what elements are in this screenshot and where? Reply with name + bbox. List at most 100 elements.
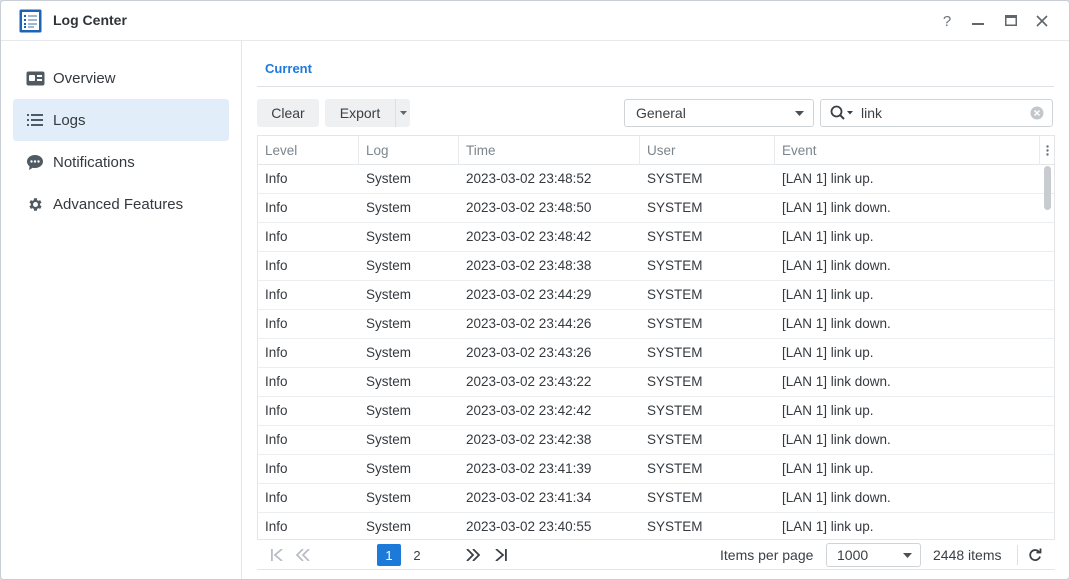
cell-time: 2023-03-02 23:44:29 <box>466 287 592 302</box>
caret-down-icon <box>795 110 804 116</box>
cell-time: 2023-03-02 23:43:26 <box>466 345 592 360</box>
cell-level: Info <box>265 229 288 244</box>
table-row[interactable]: Info System 2023-03-02 23:48:52 SYSTEM [LAN … <box>258 165 1054 194</box>
items-per-page-value: 1000 <box>837 547 869 563</box>
next-page-button[interactable] <box>463 544 483 566</box>
clear-button[interactable]: Clear <box>257 99 319 127</box>
column-header-time[interactable]: Time <box>459 136 640 165</box>
cell-log: System <box>366 316 412 331</box>
export-button[interactable]: Export <box>325 99 395 127</box>
sidebar-item-advanced-features[interactable]: Advanced Features <box>13 183 229 225</box>
log-type-select[interactable]: General <box>624 99 814 127</box>
page-2-button[interactable]: 2 <box>405 544 429 566</box>
table-row[interactable]: Info System 2023-03-02 23:42:38 SYSTEM [LAN … <box>258 426 1054 455</box>
cell-event: [LAN 1] link up. <box>782 519 874 534</box>
column-header-level[interactable]: Level <box>258 136 359 165</box>
first-page-icon <box>271 549 283 561</box>
cell-event: [LAN 1] link down. <box>782 258 891 273</box>
table-row[interactable]: Info System 2023-03-02 23:43:22 SYSTEM [LAN … <box>258 368 1054 397</box>
sidebar-item-label: Advanced Features <box>53 195 184 213</box>
vertical-scrollbar[interactable] <box>1044 166 1051 210</box>
cell-user: SYSTEM <box>647 461 703 476</box>
table-row[interactable]: Info System 2023-03-02 23:48:38 SYSTEM [LAN … <box>258 252 1054 281</box>
sidebar-item-label: Logs <box>53 111 86 129</box>
export-dropdown-button[interactable] <box>395 99 410 127</box>
cell-level: Info <box>265 432 288 447</box>
cell-level: Info <box>265 403 288 418</box>
table-row[interactable]: Info System 2023-03-02 23:48:50 SYSTEM [LAN … <box>258 194 1054 223</box>
table-header: Level Log Time User Event <box>258 136 1054 165</box>
sidebar-item-overview[interactable]: Overview <box>13 57 229 99</box>
table-row[interactable]: Info System 2023-03-02 23:42:42 SYSTEM [LAN … <box>258 397 1054 426</box>
chat-bubble-icon <box>25 152 45 172</box>
title-bar: Log Center ? <box>1 1 1069 41</box>
page-1-button[interactable]: 1 <box>377 544 401 566</box>
maximize-button[interactable] <box>1001 11 1021 31</box>
table-row[interactable]: Info System 2023-03-02 23:43:26 SYSTEM [LAN … <box>258 339 1054 368</box>
help-button[interactable]: ? <box>937 11 957 31</box>
column-header-user[interactable]: User <box>640 136 775 165</box>
cell-event: [LAN 1] link down. <box>782 374 891 389</box>
column-options-button[interactable] <box>1040 136 1054 165</box>
cell-user: SYSTEM <box>647 432 703 447</box>
table-row[interactable]: Info System 2023-03-02 23:40:55 SYSTEM [LAN … <box>258 513 1054 542</box>
table-row[interactable]: Info System 2023-03-02 23:48:42 SYSTEM [LAN … <box>258 223 1054 252</box>
cell-event: [LAN 1] link up. <box>782 229 874 244</box>
cell-level: Info <box>265 171 288 186</box>
pager-bottom-border <box>257 569 1055 570</box>
cell-event: [LAN 1] link up. <box>782 171 874 186</box>
double-chevron-right-icon <box>466 549 480 561</box>
cell-level: Info <box>265 200 288 215</box>
items-per-page-label: Items per page <box>720 547 814 563</box>
cell-user: SYSTEM <box>647 287 703 302</box>
sidebar: Overview Logs Notifications Advanced Fea… <box>1 41 242 579</box>
table-row[interactable]: Info System 2023-03-02 23:44:29 SYSTEM [LAN … <box>258 281 1054 310</box>
cell-level: Info <box>265 316 288 331</box>
clear-search-icon[interactable] <box>1030 106 1044 120</box>
caret-down-icon <box>903 552 912 558</box>
cell-level: Info <box>265 490 288 505</box>
column-header-event[interactable]: Event <box>775 136 1040 165</box>
cell-time: 2023-03-02 23:41:39 <box>466 461 592 476</box>
caret-down-icon <box>399 111 407 115</box>
table-row[interactable]: Info System 2023-03-02 23:44:26 SYSTEM [LAN … <box>258 310 1054 339</box>
search-field[interactable] <box>820 99 1053 127</box>
last-page-button[interactable] <box>491 544 511 566</box>
log-table: Level Log Time User Event Info System 2023… <box>257 135 1055 569</box>
minimize-button[interactable] <box>968 11 988 31</box>
refresh-button[interactable] <box>1025 544 1045 566</box>
cell-time: 2023-03-02 23:48:52 <box>466 171 592 186</box>
help-icon: ? <box>942 12 952 30</box>
table-row[interactable]: Info System 2023-03-02 23:41:39 SYSTEM [LAN … <box>258 455 1054 484</box>
cell-log: System <box>366 403 412 418</box>
cell-event: [LAN 1] link down. <box>782 316 891 331</box>
close-button[interactable] <box>1032 11 1052 31</box>
table-row[interactable]: Info System 2023-03-02 23:41:34 SYSTEM [LAN … <box>258 484 1054 513</box>
cell-log: System <box>366 461 412 476</box>
overview-icon <box>25 68 45 88</box>
search-input[interactable] <box>861 105 1011 121</box>
maximize-icon <box>1005 15 1017 26</box>
cell-log: System <box>366 432 412 447</box>
cell-log: System <box>366 345 412 360</box>
previous-page-button[interactable] <box>293 544 313 566</box>
more-vertical-icon <box>1045 145 1049 156</box>
cell-user: SYSTEM <box>647 200 703 215</box>
search-icon[interactable] <box>830 105 856 121</box>
window-title: Log Center <box>53 12 127 28</box>
cell-user: SYSTEM <box>647 171 703 186</box>
first-page-button[interactable] <box>267 544 287 566</box>
pagination-bar: 1 2 Items per page 1000 2448 items <box>257 539 1055 569</box>
cell-user: SYSTEM <box>647 229 703 244</box>
cell-event: [LAN 1] link up. <box>782 287 874 302</box>
sidebar-item-logs[interactable]: Logs <box>13 99 229 141</box>
cell-user: SYSTEM <box>647 403 703 418</box>
sidebar-item-notifications[interactable]: Notifications <box>13 141 229 183</box>
cell-user: SYSTEM <box>647 316 703 331</box>
cell-level: Info <box>265 519 288 534</box>
cell-time: 2023-03-02 23:40:55 <box>466 519 592 534</box>
total-items-count: 2448 items <box>933 547 1002 563</box>
column-header-log[interactable]: Log <box>359 136 459 165</box>
tab-current[interactable]: Current <box>265 61 312 76</box>
items-per-page-select[interactable]: 1000 <box>826 543 921 567</box>
